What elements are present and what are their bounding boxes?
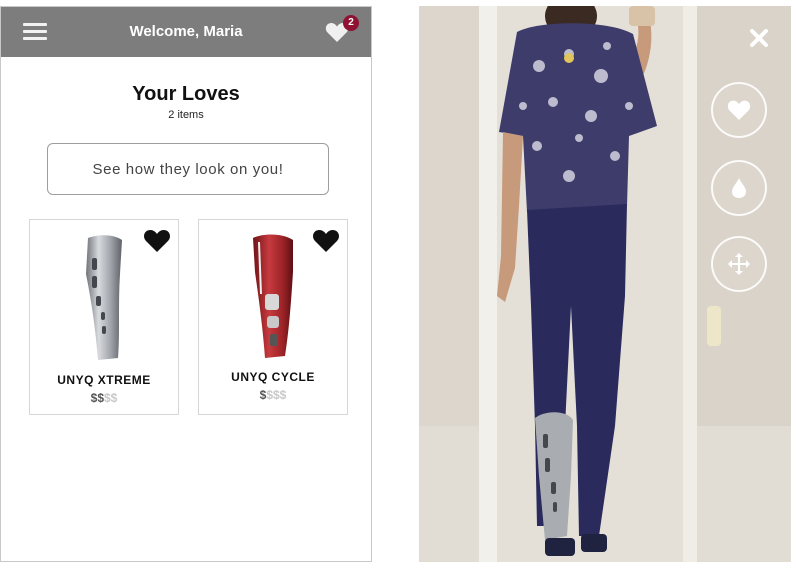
price-level: $$$$ (199, 388, 347, 402)
love-button[interactable] (711, 82, 767, 138)
loves-screen: Welcome, Maria 2 Your Loves 2 items See … (0, 6, 372, 562)
product-name: UNYQ XTREME (57, 373, 151, 387)
cycle-leg-cover-image (253, 234, 293, 358)
item-count: 2 items (168, 109, 204, 121)
page-title: Your Loves (132, 83, 240, 105)
product-card-xtreme[interactable]: UNYQ XTREME $$$$ (29, 219, 179, 415)
drop-icon (732, 178, 746, 198)
move-arrows-icon (728, 253, 750, 275)
price-inactive: $$ (104, 391, 118, 405)
try-on-button[interactable]: See how they look on you! (47, 143, 329, 195)
product-name: UNYQ CYCLE (231, 370, 315, 384)
welcome-title: Welcome, Maria (129, 23, 243, 40)
price-level: $$$$ (30, 391, 178, 405)
try-on-view (419, 6, 791, 562)
top-bar: Welcome, Maria 2 (1, 7, 371, 57)
price-inactive: $$$ (266, 388, 287, 402)
heart-icon[interactable] (312, 229, 340, 253)
xtreme-leg-cover-image (86, 235, 122, 360)
price-active: $$ (90, 391, 104, 405)
move-button[interactable] (711, 236, 767, 292)
color-button[interactable] (711, 160, 767, 216)
heart-icon[interactable] (143, 229, 171, 253)
loves-count-badge: 2 (343, 15, 359, 31)
heart-icon (727, 100, 751, 120)
product-card-cycle[interactable]: UNYQ CYCLE $$$$ (198, 219, 348, 415)
close-icon[interactable] (747, 26, 771, 50)
